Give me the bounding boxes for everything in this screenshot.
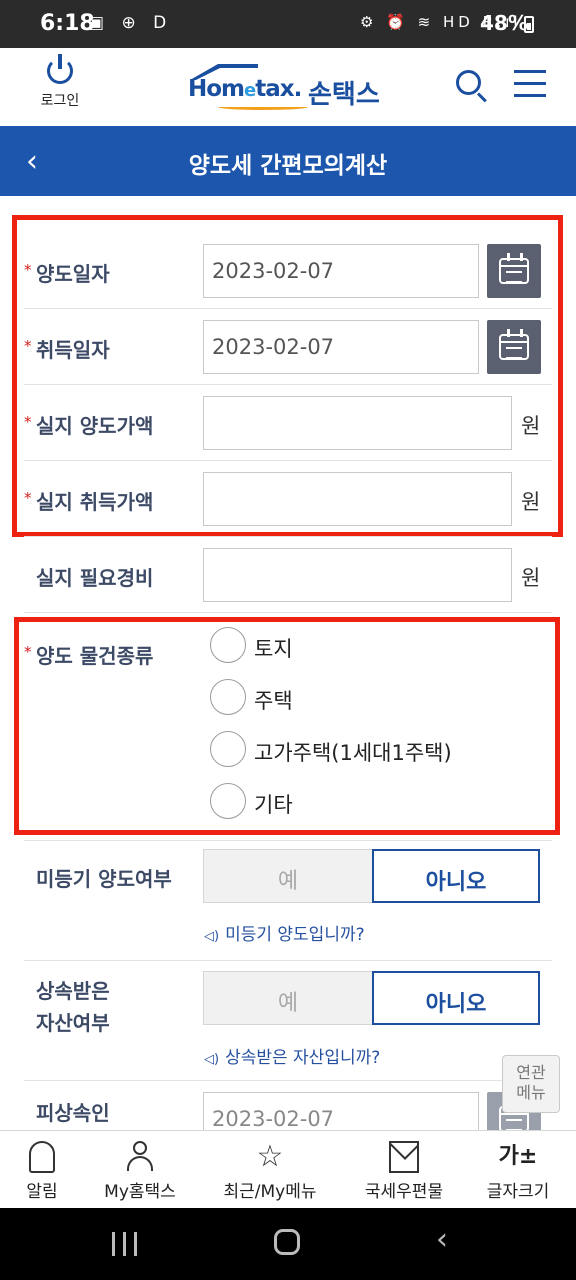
radio-label: 주택: [254, 689, 293, 713]
won-unit: 원: [521, 566, 541, 590]
acquisition-date-input[interactable]: 2023-02-07: [203, 320, 479, 374]
page-title: 양도세 간편모의계산: [188, 153, 388, 179]
row-acquisition-price: * 실지 취득가액 원: [24, 461, 552, 537]
won-unit: 원: [521, 414, 541, 438]
system-nav-bar: ‹: [0, 1208, 576, 1280]
inherited-label-line1: 상속받은: [36, 979, 110, 1003]
login-button[interactable]: 로그인: [30, 54, 90, 110]
radio-circle[interactable]: [210, 731, 246, 767]
speaker-icon: ◁): [204, 1052, 220, 1067]
star-icon: ☆: [256, 1139, 284, 1174]
login-label: 로그인: [40, 93, 80, 109]
transfer-price-input[interactable]: [203, 396, 512, 450]
inherited-hint[interactable]: ◁) 상속받은 자산입니까?: [204, 1043, 380, 1068]
row-decedent: 피상속인 2023-02-07: [24, 1081, 552, 1130]
property-type-label: 양도 물건종류: [36, 644, 154, 668]
unregistered-yes-button[interactable]: 예: [203, 849, 373, 903]
power-icon: [47, 54, 73, 84]
logo-wordmark: Hometax.: [188, 76, 302, 102]
nav-label: My홈택스: [104, 1182, 176, 1202]
inherited-no-button[interactable]: 아니오: [372, 971, 540, 1025]
decedent-date-input[interactable]: 2023-02-07: [203, 1092, 479, 1130]
recent-apps-icon[interactable]: [112, 1232, 138, 1256]
nav-recent-my-menu[interactable]: ☆ 최근/My메뉴: [214, 1139, 326, 1203]
envelope-icon: [389, 1141, 419, 1173]
nav-label: 최근/My메뉴: [223, 1182, 317, 1202]
speaker-icon: ◁): [204, 929, 220, 944]
radio-circle[interactable]: [210, 627, 246, 663]
home-icon[interactable]: [274, 1229, 300, 1255]
radio-label: 고가주택(1세대1주택): [254, 741, 452, 765]
required-mark: *: [24, 413, 32, 431]
necessary-expense-label: 실지 필요경비: [36, 566, 154, 590]
acquisition-date-calendar-button[interactable]: [487, 320, 541, 374]
font-size-icon: 가±: [498, 1144, 538, 1169]
related-menu-button[interactable]: 연관 메뉴: [502, 1055, 560, 1113]
unregistered-hint[interactable]: ◁) 미등기 양도입니까?: [204, 920, 365, 945]
bottom-nav: 알림 My홈택스 ☆ 최근/My메뉴 국세우편물 가± 글자크기: [0, 1130, 576, 1208]
nav-my-hometax[interactable]: My홈택스: [92, 1141, 188, 1202]
radio-circle[interactable]: [210, 783, 246, 819]
battery-icon: [524, 16, 534, 33]
transfer-price-label: 실지 양도가액: [36, 414, 154, 438]
nav-label: 글자크기: [486, 1182, 550, 1202]
related-menu-line2: 메뉴: [516, 1083, 546, 1102]
transfer-date-label: 양도일자: [36, 262, 110, 286]
status-bar: 6:18 ▣ ⊕ D ⚙ ⏰ ≋ HD R.ıl 48%: [0, 0, 576, 48]
decedent-label: 피상속인: [36, 1101, 110, 1125]
unregistered-label: 미등기 양도여부: [36, 867, 172, 891]
required-mark: *: [24, 261, 32, 279]
transfer-date-input[interactable]: 2023-02-07: [203, 244, 479, 298]
logo-korean: 손택스: [308, 80, 380, 110]
row-transfer-date: * 양도일자 2023-02-07: [24, 233, 552, 309]
battery-percent: 48%: [480, 11, 528, 35]
acquisition-price-label: 실지 취득가액: [36, 490, 154, 514]
nav-label: 알림: [26, 1182, 58, 1202]
inherited-label-line2: 자산여부: [36, 1011, 110, 1035]
acquisition-price-input[interactable]: [203, 472, 512, 526]
row-necessary-expense: 실지 필요경비 원: [24, 537, 552, 613]
nav-notifications[interactable]: 알림: [14, 1141, 70, 1202]
acquisition-date-label: 취득일자: [36, 338, 110, 362]
related-menu-line1: 연관: [516, 1063, 546, 1082]
status-left-icons: ▣ ⊕ D: [88, 13, 173, 33]
required-mark: *: [24, 337, 32, 355]
hamburger-menu-icon[interactable]: [514, 70, 546, 98]
bell-icon: [29, 1141, 55, 1173]
app-header: 로그인 Hometax. 손택스: [0, 48, 576, 126]
row-unregistered: 미등기 양도여부 예 아니오 ◁) 미등기 양도입니까?: [24, 841, 552, 961]
nav-tax-mail[interactable]: 국세우편물: [354, 1141, 454, 1202]
search-icon[interactable]: [454, 68, 488, 103]
radio-label: 토지: [254, 637, 293, 661]
row-property-type: * 양도 물건종류 토지 주택 고가주택(1세대1주택) 기타: [24, 613, 552, 841]
row-transfer-price: * 실지 양도가액 원: [24, 385, 552, 461]
calendar-icon: [499, 258, 529, 284]
row-acquisition-date: * 취득일자 2023-02-07: [24, 309, 552, 385]
transfer-date-calendar-button[interactable]: [487, 244, 541, 298]
won-unit: 원: [521, 490, 541, 514]
unregistered-no-button[interactable]: 아니오: [372, 849, 540, 903]
hometax-logo[interactable]: Hometax. 손택스: [188, 64, 398, 112]
required-mark: *: [24, 643, 32, 661]
required-mark: *: [24, 489, 32, 507]
inherited-yes-button[interactable]: 예: [203, 971, 373, 1025]
nav-label: 국세우편물: [364, 1182, 444, 1202]
nav-font-size[interactable]: 가± 글자크기: [474, 1141, 562, 1202]
person-icon: [127, 1141, 153, 1173]
status-time: 6:18: [40, 11, 95, 36]
calendar-icon: [499, 334, 529, 360]
logo-swoosh: [218, 104, 308, 110]
row-inherited: 상속받은 자산여부 예 아니오 ◁) 상속받은 자산입니까?: [24, 961, 552, 1081]
title-bar: ‹ 양도세 간편모의계산: [0, 126, 576, 196]
radio-circle[interactable]: [210, 679, 246, 715]
necessary-expense-input[interactable]: [203, 548, 512, 602]
radio-label: 기타: [254, 793, 293, 817]
system-back-icon[interactable]: ‹: [436, 1222, 448, 1257]
